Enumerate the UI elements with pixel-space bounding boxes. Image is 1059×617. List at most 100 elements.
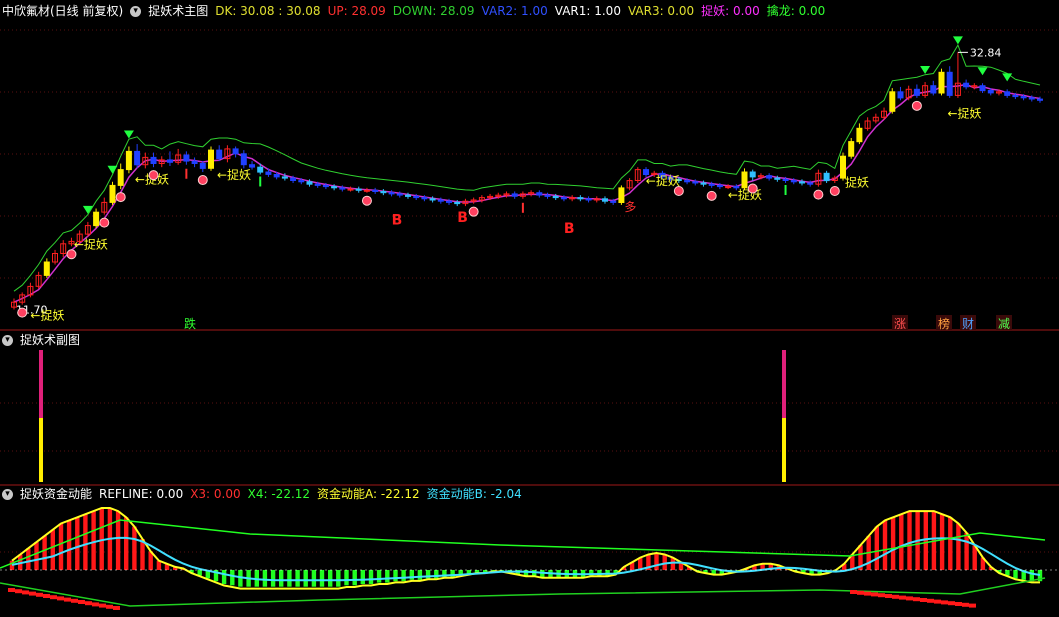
- gem-marker-icon: [197, 175, 208, 186]
- buy-signal-triangle: [920, 66, 931, 75]
- flow-bar-negative: [221, 570, 227, 584]
- flow-indicator-name: 捉妖资金动能: [20, 487, 93, 501]
- candle-body: [380, 191, 387, 194]
- flow-red-step: [885, 594, 892, 598]
- flow-red-step: [955, 602, 962, 606]
- candle-body: [429, 198, 436, 201]
- candle-body: [372, 189, 379, 193]
- candle-body: [290, 177, 297, 182]
- flow-bar-positive: [83, 514, 88, 570]
- flow-bar-positive: [66, 520, 72, 570]
- flow-red-step: [850, 590, 857, 594]
- candle-body: [946, 71, 953, 96]
- chevron-down-icon[interactable]: ▾: [130, 6, 142, 17]
- spike-upper-bar: [782, 350, 786, 418]
- flow-red-step: [899, 595, 906, 600]
- flow-bar-negative: [344, 570, 349, 586]
- candle-body: [897, 91, 904, 99]
- candle-body: [708, 183, 715, 186]
- candle-body: [43, 261, 50, 276]
- candle-body: [544, 194, 551, 197]
- zhuoyao-signal-label: 捉妖: [845, 175, 869, 190]
- flow-b-value: 资金动能B: -2.04: [426, 487, 522, 501]
- flow-bar-positive: [890, 517, 896, 570]
- candle-body: [938, 71, 945, 94]
- flow-red-step: [50, 595, 57, 600]
- buy-signal-triangle: [123, 130, 134, 139]
- flow-bar-negative: [385, 570, 390, 583]
- gem-marker-icon: [747, 183, 758, 194]
- flow-red-step: [878, 593, 885, 598]
- candle-body: [249, 164, 255, 168]
- var1-value: VAR1: 1.00: [554, 4, 621, 18]
- candle-body: [216, 149, 223, 160]
- candle-body: [208, 149, 214, 169]
- chart-canvas: 32.8411.70←捉妖←捉妖←捉妖←捉妖捉妖←捉妖←捉妖←捉妖BBB多跌涨榜…: [0, 29, 1059, 610]
- flow-red-step: [99, 603, 106, 608]
- candle-body: [716, 184, 723, 188]
- gem-marker-icon: [148, 170, 159, 181]
- candle-body: [183, 154, 190, 162]
- candle-body: [363, 189, 370, 192]
- flow-red-step: [8, 588, 15, 592]
- flow-red-step: [15, 589, 22, 594]
- high-price-label: 32.84: [970, 46, 1002, 59]
- chevron-down-icon[interactable]: ▾: [2, 335, 13, 346]
- b-signal-label: B: [457, 210, 468, 226]
- candle-body: [856, 127, 863, 143]
- flow-red-step: [857, 590, 864, 595]
- flow-bar-negative: [417, 570, 423, 580]
- flow-bar-positive: [124, 517, 129, 570]
- candle-body: [446, 200, 452, 203]
- candle-body: [1028, 97, 1035, 100]
- candle-body: [134, 150, 141, 166]
- flow-red-step: [71, 598, 78, 603]
- die-event-label: 跌: [184, 316, 196, 331]
- candle-body: [257, 166, 264, 173]
- candle-body: [347, 188, 354, 191]
- zhuoyao-signal-label: ←捉妖: [217, 167, 251, 182]
- chevron-down-icon[interactable]: ▾: [2, 489, 13, 500]
- candle-body: [511, 193, 518, 197]
- collapse-toggle[interactable]: ▾ 捉妖资金动能: [2, 486, 92, 502]
- zhuoyao-value: 捉妖: 0.00: [701, 4, 760, 18]
- candle-body: [298, 180, 305, 183]
- spike-lower-bar: [782, 418, 786, 482]
- gem-marker-icon: [813, 189, 824, 200]
- candle-body: [692, 181, 699, 184]
- gem-marker-icon: [361, 195, 372, 206]
- collapse-toggle-icon[interactable]: ▾ 捉妖术主图: [130, 3, 208, 19]
- zhuoyao-signal-label: ←捉妖: [948, 105, 982, 120]
- flow-bar-negative: [311, 570, 317, 587]
- down-value: DOWN: 28.09: [392, 4, 475, 18]
- qinlong-value: 擒龙: 0.00: [766, 4, 826, 18]
- flow-bar-positive: [50, 529, 55, 570]
- candle-body: [790, 180, 797, 183]
- candle-body: [560, 197, 567, 200]
- gem-marker-icon: [17, 307, 28, 318]
- candle-body: [930, 85, 937, 94]
- main-indicator-name: 捉妖术主图: [148, 4, 209, 18]
- flow-red-step: [57, 596, 64, 601]
- candle-body: [191, 160, 198, 165]
- collapse-toggle[interactable]: ▾ 捉妖术副图: [2, 332, 80, 348]
- candle-body: [93, 211, 100, 227]
- flow-red-step: [29, 591, 36, 596]
- flow-bar-negative: [401, 570, 406, 582]
- flow-bar-negative: [295, 570, 300, 587]
- flow-bar-positive: [874, 526, 879, 570]
- candle-body: [782, 178, 789, 182]
- candle-body: [1037, 98, 1043, 101]
- gem-marker-icon: [66, 249, 77, 260]
- candle-body: [1012, 94, 1019, 98]
- candle-body: [355, 188, 362, 191]
- flow-bar-negative: [279, 570, 284, 587]
- flow-bar-negative: [376, 570, 382, 583]
- flow-bar-negative: [270, 570, 276, 587]
- buy-signal-triangle: [107, 165, 118, 174]
- flow-bar-positive: [907, 511, 912, 570]
- candle-body: [979, 85, 986, 92]
- spike-lower-bar: [39, 418, 43, 482]
- x4-value: X4: -22.12: [247, 487, 311, 501]
- flow-bar-negative: [328, 570, 333, 587]
